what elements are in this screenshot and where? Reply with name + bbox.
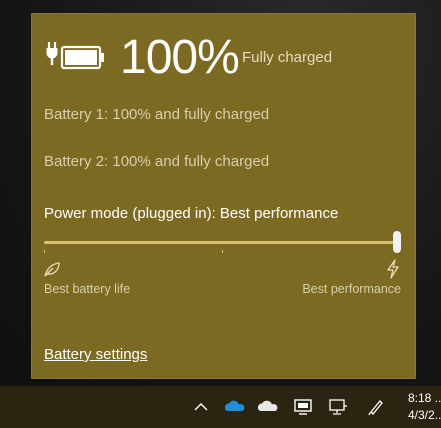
onedrive-blue-icon[interactable]	[224, 397, 246, 417]
network-icon[interactable]	[328, 397, 348, 417]
clock-date: 4/3/2...	[408, 408, 441, 422]
power-mode-slider-thumb[interactable]	[393, 231, 401, 253]
charge-status: Fully charged	[242, 49, 333, 66]
clock-time: 8:18 ...	[408, 391, 441, 405]
pen-icon[interactable]	[366, 397, 386, 417]
leaf-icon	[44, 262, 60, 277]
battery-percentage: 100%	[120, 31, 240, 84]
slider-tick	[222, 250, 223, 253]
lightning-bolt-icon	[387, 259, 399, 279]
power-mode-slider-track[interactable]	[44, 241, 401, 244]
battery-2-status: Battery 2: 100% and fully charged	[44, 153, 270, 170]
best-performance-label: Best performance	[302, 282, 401, 296]
display-icon[interactable]	[293, 397, 313, 417]
battery-charging-icon	[46, 42, 104, 70]
slider-tick	[44, 250, 45, 253]
battery-1-status: Battery 1: 100% and fully charged	[44, 106, 270, 123]
taskbar: 8:18 ... 4/3/2...	[0, 386, 441, 428]
chevron-up-icon[interactable]	[191, 397, 211, 417]
taskbar-clock[interactable]: 8:18 ... 4/3/2...	[408, 390, 441, 424]
best-battery-life-label: Best battery life	[44, 282, 131, 296]
battery-settings-link[interactable]: Battery settings	[44, 346, 147, 363]
power-mode-label: Power mode (plugged in): Best performanc…	[44, 205, 339, 222]
battery-flyout: 100% Fully charged Battery 1: 100% and f…	[31, 13, 416, 379]
onedrive-white-icon[interactable]	[257, 397, 279, 417]
screen: 100% Fully charged Battery 1: 100% and f…	[0, 0, 441, 428]
